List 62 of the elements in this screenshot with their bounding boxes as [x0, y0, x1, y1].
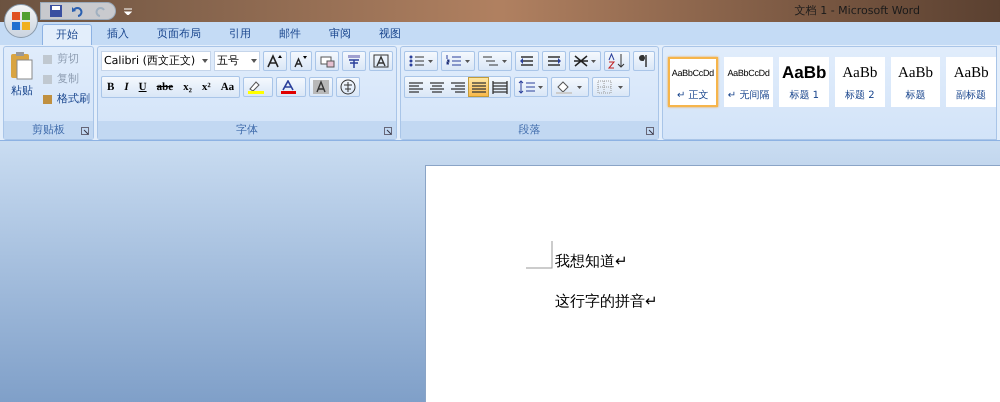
- window-title: 文档 1 - Microsoft Word: [794, 2, 920, 19]
- group-label: 字体: [236, 122, 258, 138]
- customize-icon[interactable]: [124, 7, 132, 15]
- numbering-icon[interactable]: [441, 51, 475, 71]
- character-shading-icon[interactable]: [309, 77, 334, 97]
- ribbon-tab[interactable]: 开始: [42, 24, 92, 45]
- format-button[interactable]: U: [134, 77, 152, 97]
- decrease-indent-icon[interactable]: [515, 51, 539, 71]
- shrink-font-icon[interactable]: [290, 51, 312, 71]
- asian-layout-icon[interactable]: [569, 51, 601, 71]
- group-label: 段落: [518, 122, 540, 138]
- margin-corner-mark: [526, 241, 553, 269]
- dialog-launcher-icon[interactable]: [384, 127, 392, 135]
- ribbon-tab[interactable]: 审阅: [316, 24, 364, 45]
- format-button[interactable]: abe: [152, 77, 178, 97]
- grow-font-icon[interactable]: [263, 51, 287, 71]
- format-button[interactable]: B: [102, 77, 120, 97]
- phonetic-guide-icon[interactable]: [342, 51, 366, 71]
- office-button[interactable]: [4, 4, 38, 38]
- save-icon[interactable]: [49, 4, 63, 18]
- style-swatch[interactable]: AaBb 标题 2: [835, 57, 885, 107]
- clipboard-icon: [10, 51, 34, 81]
- style-swatch[interactable]: AaBb 标题 1: [779, 57, 830, 107]
- multilevel-list-icon[interactable]: [478, 51, 512, 71]
- dropdown-arrow-icon: [202, 59, 208, 63]
- sort-icon[interactable]: [604, 51, 630, 71]
- font-size-field[interactable]: 五号: [214, 51, 260, 71]
- font-name-field[interactable]: Calibri (西文正文): [101, 51, 211, 71]
- style-swatch[interactable]: AaBb 标题: [890, 57, 940, 107]
- format-button[interactable]: x²: [196, 77, 216, 97]
- paragraph-mark-icon[interactable]: [633, 51, 655, 71]
- shading-icon[interactable]: [551, 77, 589, 97]
- dialog-launcher-icon[interactable]: [646, 127, 654, 135]
- clipboard-command[interactable]: 格式刷: [41, 91, 90, 108]
- office-logo-icon: [11, 11, 31, 31]
- font-color-icon[interactable]: [276, 77, 306, 97]
- style-swatch[interactable]: AaBbCcDd ↵ 无间隔: [724, 57, 774, 107]
- style-swatch[interactable]: AaBbCcDd ↵ 正文: [668, 57, 718, 107]
- ribbon-tab[interactable]: 插入: [94, 24, 142, 45]
- document-text: 我想知道↵: [555, 251, 629, 272]
- document-text: 这行字的拼音↵: [555, 291, 659, 312]
- enclose-character-icon[interactable]: [336, 77, 360, 97]
- ribbon-tab[interactable]: 引用: [216, 24, 264, 45]
- format-button[interactable]: Aa: [216, 77, 240, 97]
- justify-align-icon[interactable]: [468, 77, 489, 97]
- group-label: 剪贴板: [32, 122, 65, 138]
- undo-icon[interactable]: [71, 4, 85, 18]
- format-button[interactable]: x₂: [178, 77, 197, 97]
- dropdown-arrow-icon: [251, 59, 257, 63]
- highlight-color-icon[interactable]: [243, 77, 274, 97]
- line-spacing-icon[interactable]: [514, 77, 548, 97]
- ribbon-tab[interactable]: 邮件: [266, 24, 314, 45]
- character-border-icon[interactable]: [369, 51, 393, 71]
- increase-indent-icon[interactable]: [542, 51, 566, 71]
- format-button[interactable]: I: [119, 77, 134, 97]
- style-swatch[interactable]: AaBb 副标题: [946, 57, 996, 107]
- ribbon-tab[interactable]: 视图: [366, 24, 414, 45]
- bullets-icon[interactable]: [404, 51, 438, 71]
- dialog-launcher-icon[interactable]: [81, 127, 89, 135]
- clear-format-icon[interactable]: [315, 51, 339, 71]
- paste-button[interactable]: 粘贴: [7, 51, 37, 108]
- ribbon-tab[interactable]: 页面布局: [144, 24, 214, 45]
